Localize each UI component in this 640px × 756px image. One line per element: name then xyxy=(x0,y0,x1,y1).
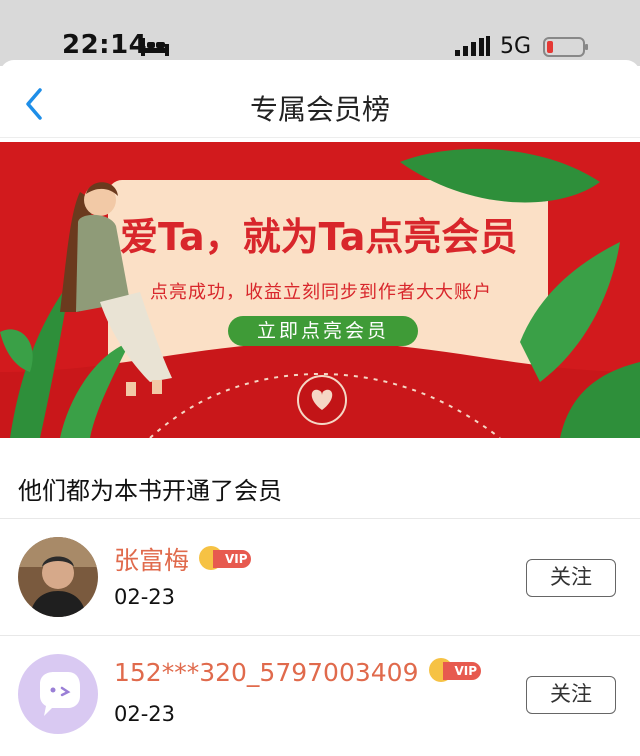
battery-low-icon xyxy=(543,37,588,57)
member-name: 张富梅 VIP xyxy=(114,541,252,577)
status-time: 22:14 xyxy=(62,30,148,60)
members-section-heading: 他们都为本书开通了会员 xyxy=(18,477,282,505)
network-label: 5G xyxy=(500,34,532,59)
signal-icon xyxy=(455,36,490,56)
member-name-text: 张富梅 xyxy=(114,546,190,575)
member-date: 02-23 xyxy=(114,585,176,609)
vip-badge: VIP xyxy=(428,658,481,682)
promo-banner[interactable]: 爱Ta，就为Ta点亮会员 点亮成功，收益立刻同步到作者大大账户 立即点亮会员 xyxy=(0,142,640,438)
bed-icon xyxy=(141,38,169,56)
member-name: 152***320_5797003409 VIP xyxy=(114,658,481,687)
banner-subtitle: 点亮成功，收益立刻同步到作者大大账户 xyxy=(150,282,492,303)
member-date: 02-23 xyxy=(114,702,176,726)
photo-avatar-icon xyxy=(18,537,98,617)
banner-headline: 爱Ta，就为Ta点亮会员 xyxy=(120,215,518,259)
vip-label: VIP xyxy=(213,550,252,568)
page-title: 专属会员榜 xyxy=(249,93,390,126)
default-chat-avatar-icon xyxy=(18,654,98,734)
member-row[interactable]: 152***320_5797003409 VIP 02-23 关注 xyxy=(0,636,640,752)
light-up-membership-button[interactable]: 立即点亮会员 xyxy=(228,316,418,346)
nav-bar: 专属会员榜 xyxy=(0,60,640,138)
vip-badge: VIP xyxy=(199,546,252,570)
member-name-text: 152***320_5797003409 xyxy=(114,658,419,687)
avatar[interactable] xyxy=(18,654,98,734)
follow-button[interactable]: 关注 xyxy=(526,559,616,597)
member-row[interactable]: 张富梅 VIP 02-23 关注 xyxy=(0,519,640,635)
follow-button[interactable]: 关注 xyxy=(526,676,616,714)
avatar[interactable] xyxy=(18,537,98,617)
vip-label: VIP xyxy=(442,662,481,680)
status-bar: 22:14 5G xyxy=(0,0,640,66)
